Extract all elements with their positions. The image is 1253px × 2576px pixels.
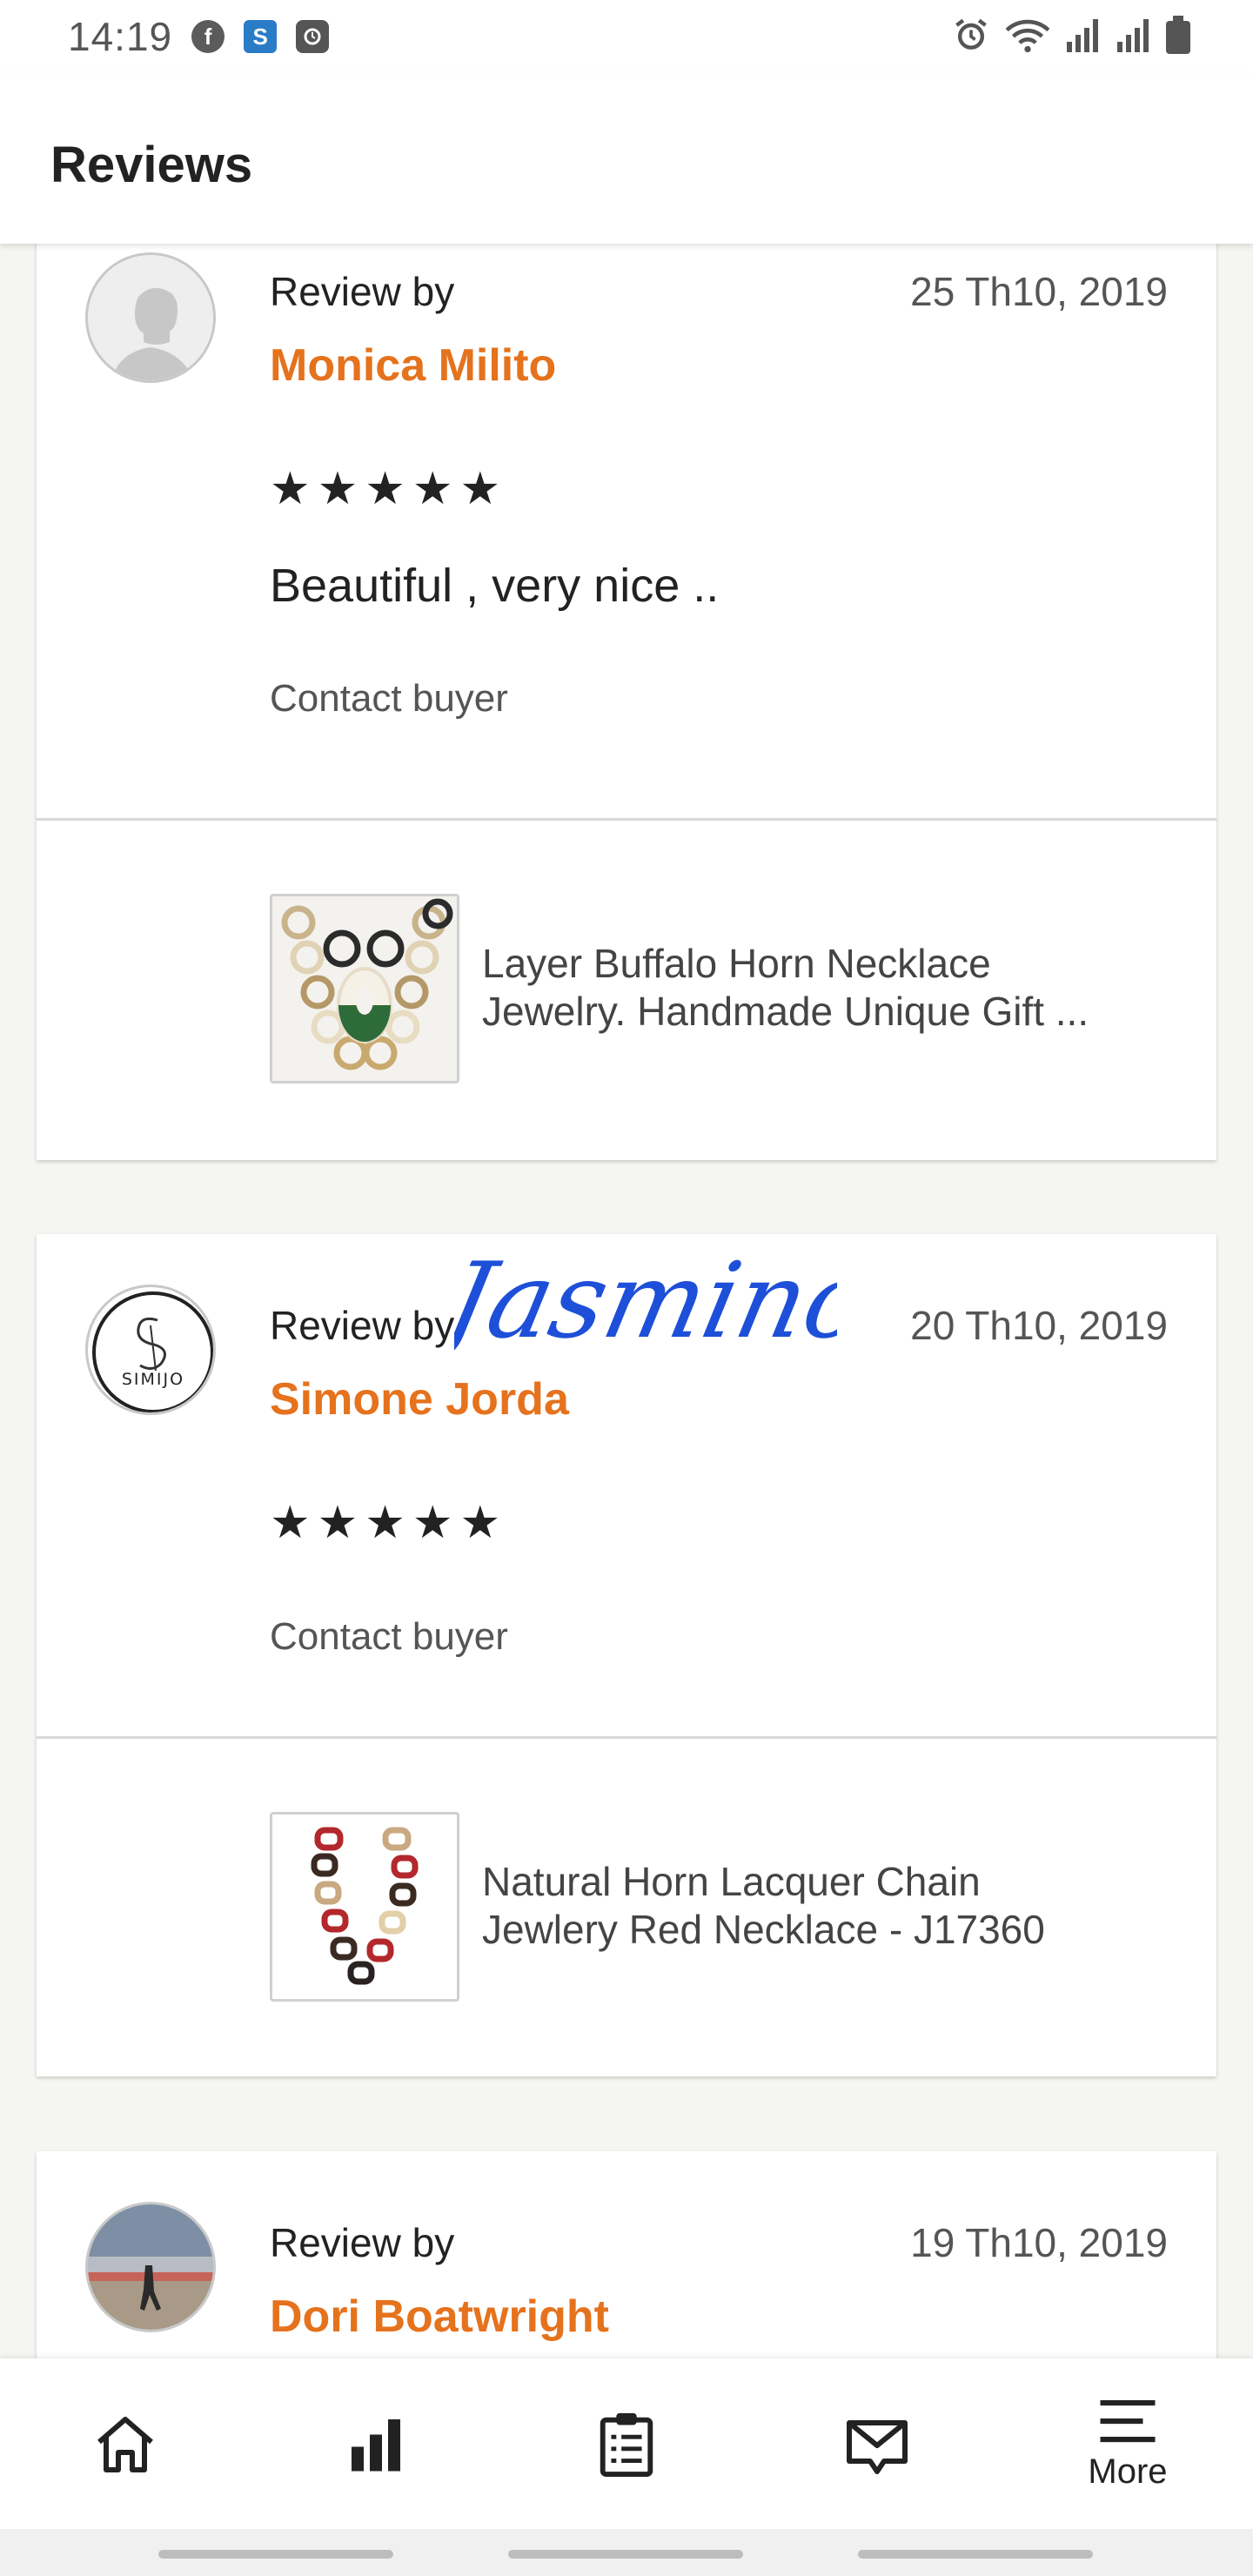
svg-text:Jasmino: Jasmino (454, 1241, 837, 1362)
nav-more-label: More (1088, 2452, 1168, 2491)
gesture-handle[interactable] (158, 2550, 393, 2559)
review-card: SIMIJO Review by Jasmino 20 Th10, 2019 S… (37, 1234, 1216, 2076)
review-section: Review by 25 Th10, 2019 Monica Milito ★★… (37, 244, 1216, 821)
reviewer-name[interactable]: Dori Boatwright (270, 2291, 609, 2343)
status-time: 14:19 (68, 14, 173, 59)
clock-app-icon (296, 20, 330, 53)
listing-title-line: Jewlery Red Necklace - J17360 (482, 1907, 1045, 1952)
simijo-logo-icon: SIMIJO (92, 1291, 213, 1412)
review-section: Review by 19 Th10, 2019 Dori Boatwright (37, 2151, 1216, 2358)
page-title: Reviews (50, 137, 253, 193)
review-by-label: Review by (270, 269, 455, 314)
stats-icon (352, 2419, 400, 2472)
necklace-image (272, 896, 457, 1081)
avatar[interactable]: SIMIJO (85, 1285, 216, 1415)
review-text: Beautiful , very nice .. (270, 560, 720, 612)
wifi-icon (1002, 16, 1053, 58)
listing-row[interactable]: Layer Buffalo Horn Necklace Jewelry. Han… (37, 821, 1216, 1160)
gesture-handle[interactable] (858, 2550, 1093, 2559)
listing-thumbnail[interactable] (270, 894, 459, 1083)
home-icon (97, 2417, 153, 2472)
nav-more[interactable]: More (1049, 2358, 1206, 2529)
avatar-text: SIMIJO (122, 1370, 184, 1389)
facebook-icon: f (191, 20, 225, 53)
nav-stats[interactable] (298, 2358, 454, 2529)
nav-orders[interactable] (548, 2358, 705, 2529)
reviewer-name[interactable]: Simone Jorda (270, 1373, 569, 1426)
reviewer-name[interactable]: Monica Milito (270, 339, 556, 392)
app-bar: Reviews (0, 73, 1253, 244)
signal-icon (1116, 17, 1154, 57)
review-date: 19 Th10, 2019 (910, 2220, 1168, 2265)
avatar[interactable] (85, 252, 216, 383)
star-rating: ★★★★★ (270, 464, 508, 514)
listing-title-line: Jewelry. Handmade Unique Gift ... (482, 989, 1089, 1034)
battery-icon (1166, 15, 1190, 58)
reviews-list[interactable]: Review by 25 Th10, 2019 Monica Milito ★★… (0, 244, 1253, 2358)
handwritten-signature: Jasmino (418, 1239, 881, 1376)
messages-icon (847, 2420, 908, 2474)
review-card: Review by 25 Th10, 2019 Monica Milito ★★… (37, 244, 1216, 1160)
review-date: 20 Th10, 2019 (910, 1303, 1168, 1348)
listing-title-line: Layer Buffalo Horn Necklace (482, 941, 991, 986)
signal-icon (1065, 17, 1103, 57)
listing-thumbnail[interactable] (270, 1812, 459, 2002)
review-card: Review by 19 Th10, 2019 Dori Boatwright (37, 2151, 1216, 2358)
nav-home[interactable] (47, 2358, 204, 2529)
review-date: 25 Th10, 2019 (910, 269, 1168, 314)
contact-buyer-link[interactable]: Contact buyer (270, 1615, 508, 1659)
listing-row[interactable]: Natural Horn Lacquer Chain Jewlery Red N… (37, 1739, 1216, 2076)
nav-messages[interactable] (799, 2358, 955, 2529)
gesture-handle[interactable] (508, 2550, 743, 2559)
review-section: SIMIJO Review by Jasmino 20 Th10, 2019 S… (37, 1234, 1216, 1739)
red-necklace-image (272, 1815, 457, 1999)
avatar[interactable] (85, 2202, 216, 2332)
status-bar: 14:19 f S (0, 0, 1253, 73)
listing-title[interactable]: Layer Buffalo Horn Necklace Jewelry. Han… (482, 940, 1178, 1036)
listing-title-line: Natural Horn Lacquer Chain (482, 1859, 981, 1904)
orders-clipboard-icon (600, 2412, 653, 2478)
skype-s-icon: S (244, 20, 278, 53)
star-rating: ★★★★★ (270, 1498, 508, 1548)
system-gesture-bar (0, 2529, 1253, 2576)
default-person-icon (88, 255, 213, 380)
menu-icon (1100, 2399, 1156, 2442)
listing-title[interactable]: Natural Horn Lacquer Chain Jewlery Red N… (482, 1858, 1178, 1954)
contact-buyer-link[interactable]: Contact buyer (270, 677, 508, 721)
bottom-navigation: More (0, 2358, 1253, 2529)
alarm-icon (952, 16, 990, 58)
review-by-label: Review by (270, 2220, 455, 2265)
review-by-label: Review by (270, 1303, 455, 1348)
beach-photo-avatar (88, 2204, 213, 2330)
